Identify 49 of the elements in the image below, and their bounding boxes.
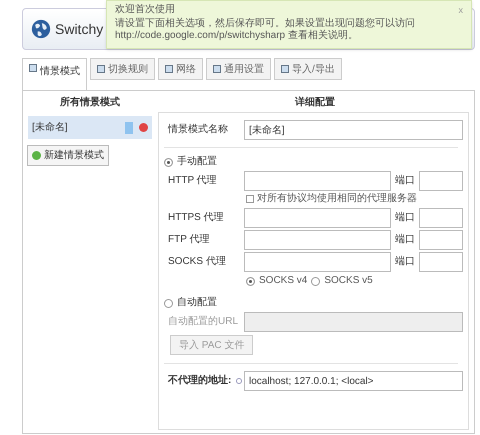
notification-message: 请设置下面相关选项，然后保存即可。如果设置出现问题您可以访问 http://code.google.com/p/switchysharp 查看相关说明。	[115, 18, 416, 42]
tab[interactable]: 导入/导出	[274, 58, 342, 80]
input-field[interactable]	[419, 230, 463, 250]
field-label: 端口	[395, 256, 416, 268]
input-field[interactable]	[244, 171, 392, 191]
notification-title: 欢迎首次使用	[115, 4, 176, 16]
field-label: 情景模式名称	[166, 124, 229, 136]
input-field[interactable]: [未命名]	[244, 120, 463, 140]
input-field[interactable]	[419, 252, 463, 272]
input-field[interactable]	[419, 171, 463, 191]
column-heading: 详细配置	[294, 95, 336, 110]
column-heading: 所有情景模式	[59, 96, 121, 110]
field-label: 不代理的地址:	[166, 375, 232, 387]
radio-label: SOCKS v5	[324, 275, 373, 287]
tab-icon	[281, 65, 289, 73]
input-field[interactable]: localhost; 127.0.0.1; <local>	[244, 371, 463, 391]
add-icon	[32, 151, 41, 160]
delete-icon[interactable]	[139, 123, 148, 132]
globe-icon	[31, 18, 51, 40]
tab-icon	[165, 65, 173, 73]
tab[interactable]: 情景模式	[22, 58, 87, 91]
field-label: 端口	[395, 234, 416, 246]
radio-label: 自动配置	[177, 297, 217, 309]
app-title: Switchy	[55, 20, 104, 39]
checkbox[interactable]	[246, 195, 254, 203]
radio-label: SOCKS v4	[259, 275, 308, 287]
tab[interactable]: 网络	[158, 58, 203, 80]
field-label: FTP 代理	[167, 234, 210, 246]
profile-name: [未命名]	[32, 120, 69, 135]
input-field[interactable]	[244, 230, 392, 250]
tab[interactable]: 通用设置	[206, 58, 271, 80]
new-profile-button[interactable]: 新建情景模式	[27, 145, 109, 166]
tab[interactable]: 切换规则	[90, 58, 155, 80]
profile-item[interactable]: [未命名]	[28, 116, 152, 139]
input-field[interactable]	[244, 252, 392, 272]
input-field[interactable]	[244, 208, 392, 228]
radio-label: 手动配置	[177, 156, 217, 168]
info-icon	[236, 378, 242, 384]
input-field[interactable]	[419, 208, 463, 228]
field-label: 自动配置的URL	[167, 316, 240, 328]
tab-icon	[29, 64, 37, 72]
tab-icon	[97, 65, 105, 73]
checkbox-label: 对所有协议均使用相同的代理服务器	[257, 193, 417, 205]
field-label: HTTP 代理	[167, 175, 218, 187]
field-label: 端口	[395, 175, 416, 187]
tab-icon	[213, 65, 221, 73]
field-label: SOCKS 代理	[167, 256, 227, 268]
field-label: 端口	[395, 212, 416, 224]
field-label: HTTPS 代理	[167, 212, 225, 224]
